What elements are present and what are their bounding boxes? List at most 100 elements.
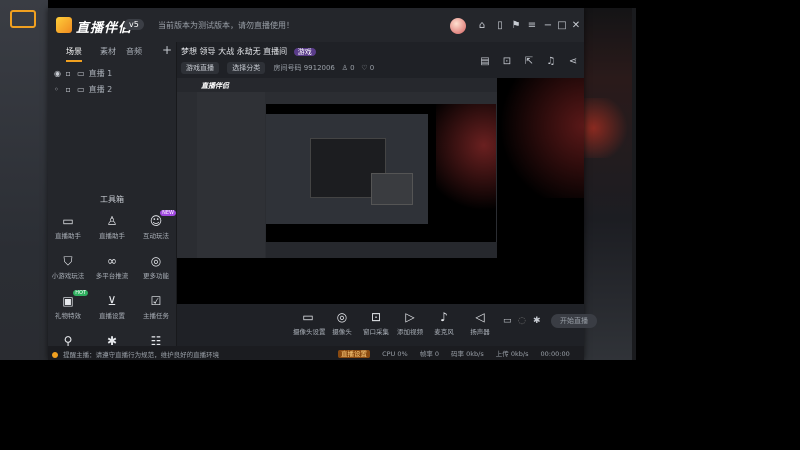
gift-icon: ▣ bbox=[62, 294, 74, 308]
tab-materials[interactable]: 素材 bbox=[100, 46, 116, 57]
tool-button[interactable]: ♙ 直播助手 bbox=[94, 214, 130, 240]
deep-capture-2 bbox=[310, 138, 413, 205]
tool-button[interactable]: HOT ▣ 礼物特效 bbox=[50, 290, 88, 320]
add-video-button[interactable]: ▷ 添加视频 bbox=[395, 310, 425, 336]
tool-button[interactable]: ▭ 直播助手 bbox=[50, 214, 86, 240]
deep-capture-background bbox=[436, 104, 496, 242]
bookmark-icon[interactable]: ▯ bbox=[494, 20, 506, 32]
app-logo-icon bbox=[56, 17, 72, 33]
nested-control-bar bbox=[266, 242, 497, 258]
room-title-text: 梦想 领导 大战 永劫无 直播间 bbox=[181, 47, 288, 56]
speaker-button[interactable]: ◁ 扬声器 bbox=[465, 310, 495, 336]
lock-icon[interactable]: ⊡ bbox=[501, 56, 513, 68]
background-window-right bbox=[584, 8, 632, 360]
scene-item[interactable]: ◦ ▫ ▭ 直播 2 bbox=[54, 84, 112, 95]
tool-label: 直播助手 bbox=[99, 232, 125, 240]
tool-button[interactable]: ∞ 多平台推流 bbox=[94, 254, 130, 280]
loop-icon[interactable]: ◌ bbox=[518, 316, 526, 326]
fps-stat: 帧率 0 bbox=[419, 350, 439, 358]
export-icon[interactable]: ⇱ bbox=[523, 56, 535, 68]
lock-icon[interactable]: ▫ bbox=[66, 69, 75, 78]
game-icon: ☺ bbox=[149, 214, 163, 228]
upload-stat: 上传 0kb/s bbox=[495, 350, 529, 358]
tab-audio[interactable]: 音频 bbox=[126, 46, 142, 57]
sidebar: 场景 素材 音频 + ◉ ▫ ▭ 直播 1 ◦ ▫ ▭ 直播 2 工具箱 ▭ 直… bbox=[48, 42, 177, 352]
test-version-notice: 当前版本为测试版本，请勿直播使用！ bbox=[158, 21, 294, 30]
version-badge[interactable]: v5 bbox=[124, 19, 144, 30]
tool-label: 更多功能 bbox=[143, 272, 169, 280]
microphone-button[interactable]: ♪ 麦克风 bbox=[429, 310, 459, 336]
start-live-button[interactable]: 开始直播 bbox=[551, 314, 597, 328]
shirt-icon[interactable]: ⚑ bbox=[510, 20, 522, 32]
warning-icon bbox=[52, 352, 58, 358]
check-icon: ☑ bbox=[150, 294, 162, 308]
tool-button[interactable]: ⛉ 小游戏玩法 bbox=[50, 254, 86, 280]
lock-icon[interactable]: ▫ bbox=[66, 85, 75, 94]
background-logo-icon bbox=[10, 10, 36, 28]
add-scene-button[interactable]: + bbox=[162, 43, 172, 57]
tab-scenes[interactable]: 场景 bbox=[66, 46, 82, 62]
deep-capture-3 bbox=[371, 173, 413, 205]
download-icon: ⊻ bbox=[107, 294, 117, 308]
tool-button[interactable]: ☑ 主播任务 bbox=[138, 294, 174, 320]
viewer-icon: ♙ bbox=[341, 64, 348, 72]
cpu-stat: CPU 0% bbox=[382, 350, 408, 358]
scene-icon: ▭ bbox=[77, 69, 85, 78]
room-info-bar: 梦想 领导 大战 永劫无 直播间 游戏 游戏直播 选择分类 房间号码 99120… bbox=[177, 42, 584, 82]
menu-icon[interactable]: ≡ bbox=[526, 20, 538, 32]
scene-label: 直播 1 bbox=[88, 69, 113, 78]
status-message: 提醒主播：请遵守直播行为规范，维护良好的直播环境 bbox=[52, 349, 219, 359]
tool-label: 直播设置 bbox=[99, 312, 125, 320]
room-meta: 游戏直播 选择分类 房间号码 9912006 ♙ 0 ♡ 0 bbox=[181, 62, 374, 74]
settings-icon[interactable]: ✱ bbox=[533, 316, 541, 326]
message-icon[interactable]: ⌂ bbox=[476, 20, 488, 32]
perf-stats: 直播设置 CPU 0% 帧率 0 码率 0kb/s 上传 0kb/s 00:00… bbox=[338, 348, 580, 358]
room-title[interactable]: 梦想 领导 大战 永劫无 直播间 游戏 bbox=[181, 46, 316, 57]
tool-label: 礼物特效 bbox=[55, 312, 81, 320]
tool-button[interactable]: ◎ 更多功能 bbox=[138, 254, 174, 280]
room-id-label: 房间号码 bbox=[273, 64, 302, 72]
save-icon[interactable]: ▤ bbox=[479, 56, 491, 68]
minimize-icon[interactable]: − bbox=[542, 20, 554, 32]
viewer-count: 0 bbox=[350, 64, 355, 72]
room-id: 9912006 bbox=[303, 64, 335, 72]
nested-preview bbox=[266, 104, 496, 242]
bitrate-stat: 码率 0kb/s bbox=[451, 350, 484, 358]
tool-button[interactable]: ⊻ 直播设置 bbox=[94, 294, 130, 320]
monitor-button[interactable]: ▭ 摄像头设置 bbox=[293, 310, 326, 336]
camera-record-icon[interactable]: ▭ bbox=[503, 316, 512, 326]
broadcast-icon: ∞ bbox=[107, 254, 117, 268]
window-capture-button[interactable]: ⊡ 窗口采集 bbox=[361, 310, 391, 336]
eye-icon[interactable]: ◦ bbox=[54, 85, 63, 94]
tool-label: 多平台推流 bbox=[95, 272, 129, 280]
control-label: 麦克风 bbox=[434, 328, 454, 336]
mic-icon: ♪ bbox=[440, 310, 448, 324]
control-label: 添加视频 bbox=[397, 328, 423, 336]
share-icon[interactable]: ⋖ bbox=[567, 56, 579, 68]
live-preview[interactable]: 直播伴侣 bbox=[177, 78, 584, 304]
close-icon[interactable]: ✕ bbox=[570, 20, 582, 32]
perf-tag[interactable]: 直播设置 bbox=[338, 350, 370, 358]
maximize-icon[interactable]: □ bbox=[556, 20, 568, 32]
avatar[interactable] bbox=[450, 18, 466, 34]
chat-icon: ▭ bbox=[62, 214, 74, 228]
scene-item[interactable]: ◉ ▫ ▭ 直播 1 bbox=[54, 68, 112, 79]
tool-button[interactable]: NEW ☺ 互动玩法 bbox=[138, 210, 176, 240]
background-glow bbox=[584, 98, 632, 158]
category-chip[interactable]: 游戏直播 bbox=[181, 62, 219, 74]
eye-icon[interactable]: ◉ bbox=[54, 69, 63, 78]
nested-sidebar bbox=[197, 92, 265, 258]
window-icon: ⊡ bbox=[370, 310, 382, 324]
bell-icon[interactable]: ♫ bbox=[545, 56, 557, 68]
scene-label: 直播 2 bbox=[88, 85, 113, 94]
status-text: 提醒主播：请遵守直播行为规范，维护良好的直播环境 bbox=[63, 351, 220, 359]
control-label: 摄像头 bbox=[332, 328, 352, 336]
select-category-chip[interactable]: 选择分类 bbox=[227, 62, 266, 74]
status-bar: 提醒主播：请遵守直播行为规范，维护良好的直播环境 直播设置 CPU 0% 帧率 … bbox=[48, 346, 584, 360]
like-count: 0 bbox=[369, 64, 375, 72]
new-badge: NEW bbox=[160, 210, 176, 216]
hot-badge: HOT bbox=[73, 290, 88, 296]
monitor-icon: ▭ bbox=[302, 310, 314, 324]
scene-icon: ▭ bbox=[77, 85, 85, 94]
camera-button[interactable]: ◎ 摄像头 bbox=[327, 310, 357, 336]
